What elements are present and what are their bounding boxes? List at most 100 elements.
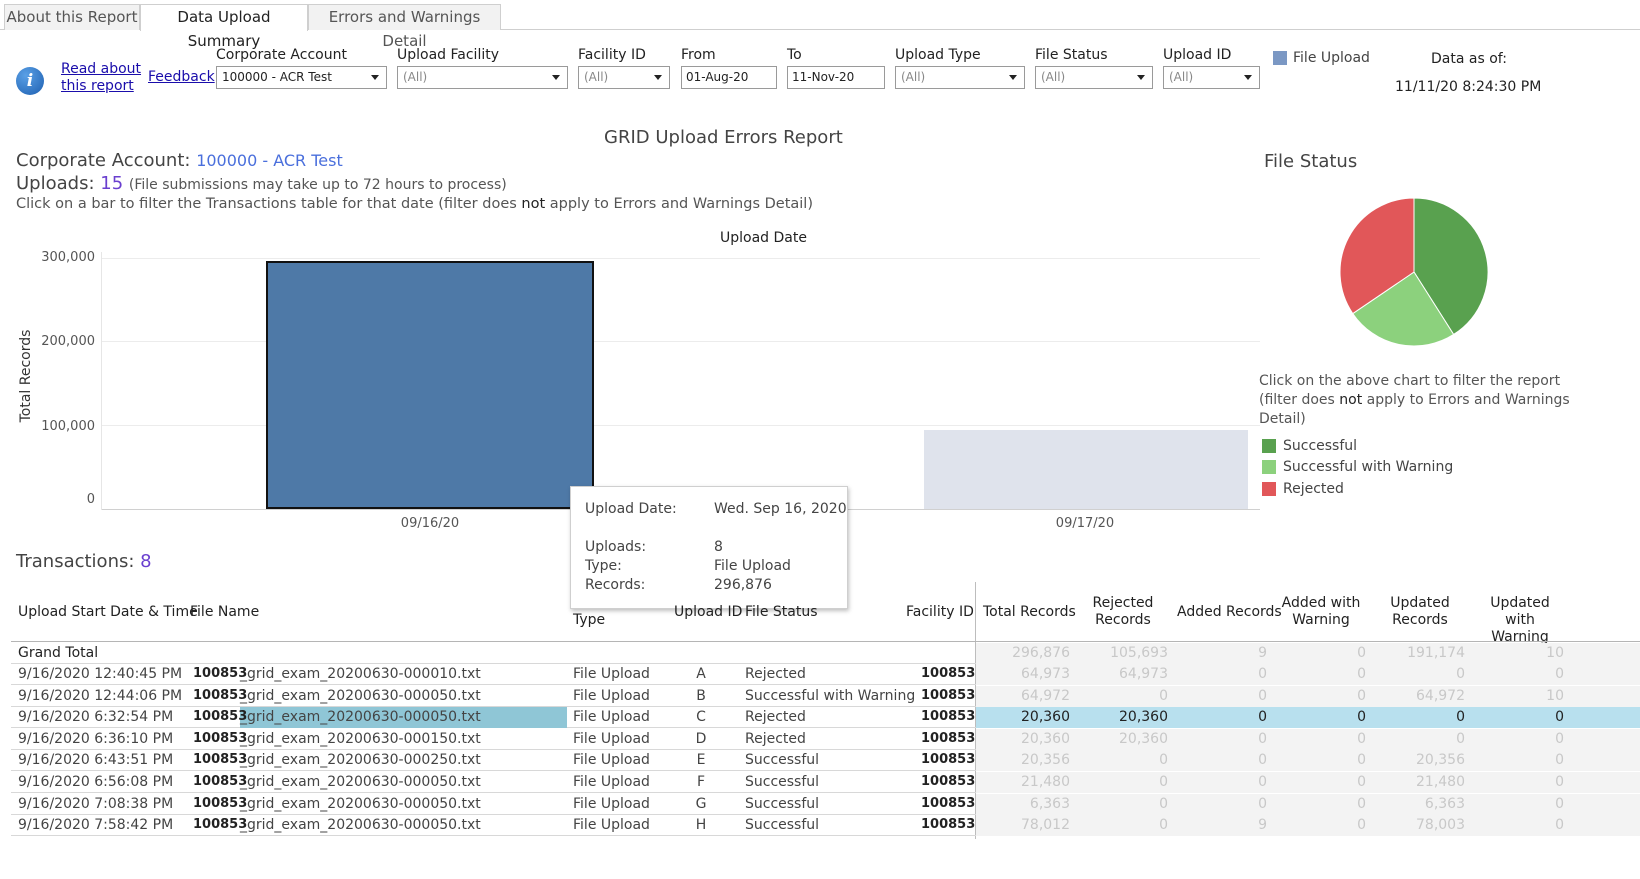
cell-status: Rejected [745, 730, 806, 747]
cell-added: 0 [1258, 709, 1267, 726]
corporate-account-value: 100000 - ACR Test [222, 70, 332, 84]
upload-id-value: (All) [1169, 70, 1194, 84]
cell-type: File Upload [573, 752, 650, 769]
col-rejected-l1: Rejected [1092, 595, 1154, 611]
cell-updated: 0 [1456, 730, 1465, 747]
cell-rejected: 0 [1159, 774, 1168, 790]
upload-facility-select[interactable]: (All) [397, 66, 568, 89]
cell-total: 64,973 [1021, 666, 1070, 682]
tab-about-report[interactable]: About this Report [4, 4, 140, 30]
cell-updated: 21,480 [1416, 774, 1465, 790]
table-row[interactable]: 9/16/2020 7:58:42 PM 100853 _grid_exam_202… [11, 815, 1640, 837]
cell-added: 0 [1258, 774, 1267, 790]
table-row[interactable]: 9/16/2020 6:36:10 PM 100853 _grid_exam_202… [11, 728, 1640, 750]
cell-added: 9 [1258, 817, 1267, 834]
pie-note-bold: not [1339, 392, 1363, 408]
col-updated-records[interactable]: Updated Records [1380, 595, 1460, 629]
file-status-select[interactable]: (All) [1035, 66, 1153, 89]
uploads-label: Uploads: [16, 173, 95, 194]
info-icon[interactable]: i [16, 67, 44, 95]
cell-file: _grid_exam_20200630-000150.txt [240, 730, 481, 747]
legend-label-successful[interactable]: Successful [1283, 438, 1357, 454]
col-file-name[interactable]: File Name [190, 604, 259, 621]
feedback-link[interactable]: Feedback [148, 69, 215, 85]
corporate-account-select[interactable]: 100000 - ACR Test [216, 66, 387, 89]
table-row[interactable]: 9/16/2020 6:56:08 PM 100853 _grid_exam_202… [11, 772, 1640, 793]
col-added-warn-l2: Warning [1292, 612, 1350, 628]
table-row[interactable]: 9/16/2020 7:08:38 PM 100853 _grid_exam_202… [11, 793, 1640, 815]
to-label: To [787, 47, 802, 63]
legend-label-rejected[interactable]: Rejected [1283, 481, 1344, 497]
cell-added-warn: 0 [1357, 709, 1366, 726]
col-added-with-warning[interactable]: Added with Warning [1278, 595, 1364, 629]
cell-start: 9/16/2020 6:32:54 PM [18, 709, 174, 726]
cell-added-warn: 0 [1357, 730, 1366, 747]
chevron-down-icon [371, 75, 379, 80]
file-upload-legend-swatch [1273, 51, 1287, 65]
col-upload-start[interactable]: Upload Start Date & Time [18, 604, 198, 621]
gt-total-records: 296,876 [1012, 645, 1070, 661]
transactions-label: Transactions: [16, 551, 135, 572]
table-row[interactable]: 9/16/2020 6:43:51 PM 100853 _grid_exam_202… [11, 750, 1640, 772]
uploads-heading: Uploads: 15 (File submissions may take u… [16, 173, 507, 194]
cell-fac: 100853 [921, 774, 976, 789]
legend-swatch-rejected[interactable] [1262, 482, 1276, 496]
tab-data-upload-summary[interactable]: Data Upload Summary [140, 4, 308, 50]
cell-updated-warn: 10 [1546, 687, 1564, 704]
legend-swatch-successful[interactable] [1262, 439, 1276, 453]
cell-uid: G [695, 795, 707, 812]
cell-fac: 100853 [921, 687, 976, 703]
upload-facility-label: Upload Facility [397, 47, 499, 63]
transactions-heading: Transactions: 8 [16, 551, 152, 572]
col-updated-l2: Records [1392, 612, 1448, 628]
col-facility-id[interactable]: Facility ID [906, 604, 974, 621]
tab-errors-warnings-detail[interactable]: Errors and Warnings Detail [308, 4, 501, 50]
facility-id-select[interactable]: (All) [578, 66, 670, 89]
cell-updated: 20,356 [1416, 752, 1465, 769]
table-row[interactable]: 9/16/2020 12:44:06 PM 100853 _grid_exam_20… [11, 685, 1640, 707]
legend-swatch-successful-warning[interactable] [1262, 460, 1276, 474]
table-row[interactable]: 9/16/2020 12:40:45 PM 100853 _grid_exam_20… [11, 664, 1640, 685]
legend-label-successful-warning[interactable]: Successful with Warning [1283, 459, 1453, 475]
cell-start: 9/16/2020 6:43:51 PM [18, 752, 174, 769]
cell-file: _grid_exam_20200630-000050.txt [240, 709, 481, 726]
col-added-records[interactable]: Added Records [1177, 604, 1282, 621]
read-about-report-link[interactable]: Read about this report [61, 61, 141, 95]
cell-status: Successful [745, 817, 820, 834]
upload-id-select[interactable]: (All) [1163, 66, 1260, 89]
file-status-pie-chart[interactable] [1338, 196, 1490, 348]
y-tick-100000: 100,000 [41, 419, 95, 434]
col-file-status[interactable]: File Status [745, 604, 818, 621]
bar-09-17-20[interactable] [924, 430, 1248, 509]
upload-facility-value: (All) [403, 70, 428, 84]
transactions-count: 8 [140, 551, 152, 572]
cell-uid: C [696, 709, 706, 726]
cell-uid: H [695, 817, 707, 834]
col-total-records[interactable]: Total Records [983, 604, 1076, 621]
cell-type: File Upload [573, 817, 650, 834]
table-row[interactable]: 9/16/2020 6:32:54 PM 100853 _grid_exam_202… [11, 707, 1640, 729]
corporate-account-heading-value: 100000 - ACR Test [196, 151, 343, 170]
cell-added-warn: 0 [1357, 752, 1366, 769]
chevron-down-icon [1137, 75, 1145, 80]
cell-fac: 100853 [921, 817, 976, 833]
cell-uid: D [695, 730, 707, 747]
tooltip-upload-date-label: Upload Date: [585, 501, 677, 517]
upload-type-select[interactable]: (All) [895, 66, 1025, 89]
grand-total-label: Grand Total [18, 645, 99, 661]
bar-09-16-20[interactable] [266, 261, 594, 509]
col-type[interactable]: Type [573, 612, 605, 629]
tab-bar: About this Report Data Upload Summary Er… [0, 4, 1640, 50]
x-tick-0916: 09/16/20 [400, 516, 460, 531]
file-status-value: (All) [1041, 70, 1066, 84]
col-rejected-records[interactable]: Rejected Records [1083, 595, 1163, 629]
from-date-input[interactable]: 01-Aug-20 [681, 66, 777, 89]
col-added-warn-l1: Added with [1281, 595, 1361, 611]
to-date-input[interactable]: 11-Nov-20 [787, 66, 885, 89]
grand-total-row: Grand Total 296,876 105,693 9 0 191,174 … [11, 643, 1640, 664]
col-updated-with-warning[interactable]: Updated with Warning [1474, 595, 1566, 646]
y-tick-300000: 300,000 [41, 250, 95, 265]
cell-updated: 6,363 [1424, 795, 1465, 812]
col-upload-id[interactable]: Upload ID [674, 604, 742, 621]
cell-updated-warn: 0 [1555, 817, 1564, 834]
